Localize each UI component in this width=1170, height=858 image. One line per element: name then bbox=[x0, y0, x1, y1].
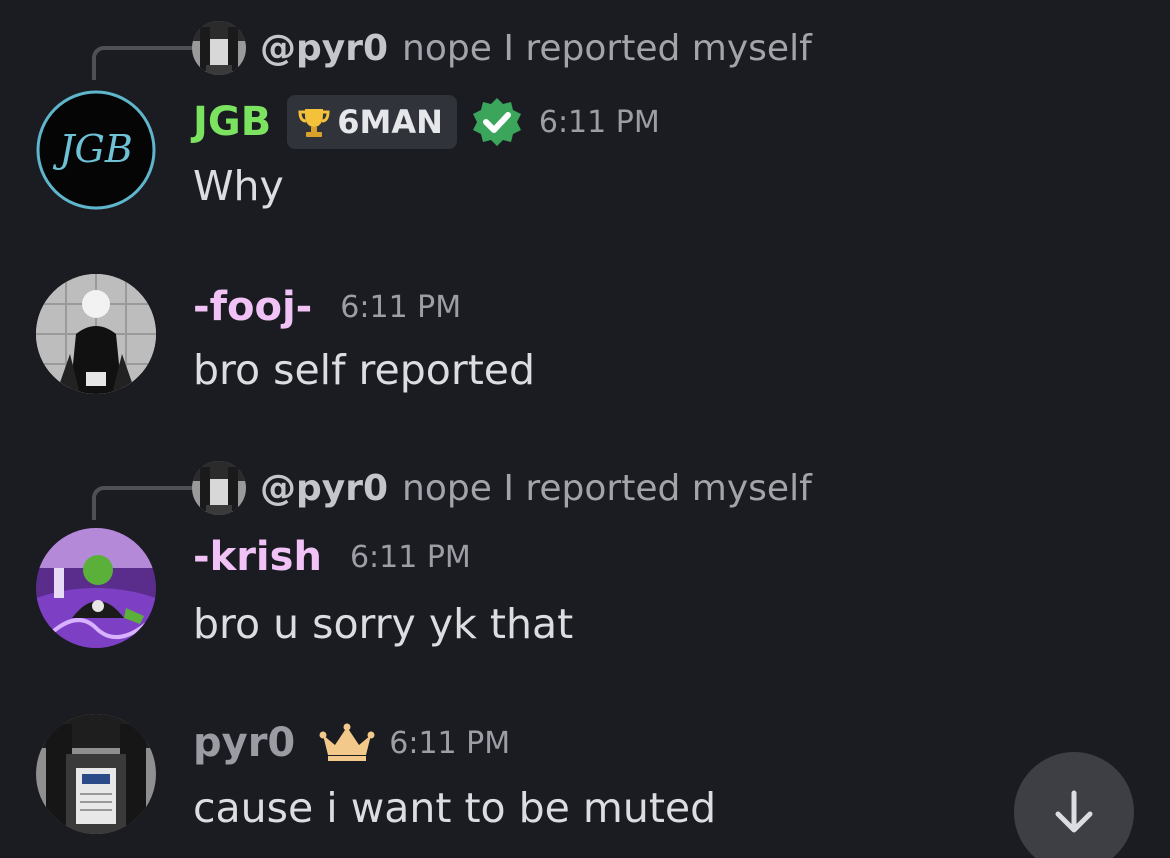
reply-author[interactable]: @pyr0 bbox=[260, 28, 388, 69]
message-content: cause i want to be muted bbox=[193, 784, 717, 832]
timestamp: 6:11 PM bbox=[340, 289, 462, 325]
verified-check-icon bbox=[472, 98, 521, 146]
reply-author[interactable]: @pyr0 bbox=[260, 468, 388, 509]
reply-text[interactable]: nope I reported myself bbox=[402, 28, 812, 69]
arrow-down-icon bbox=[1055, 790, 1093, 833]
avatar[interactable] bbox=[36, 714, 156, 834]
avatar-logo-text: JGB bbox=[52, 127, 133, 171]
avatar[interactable]: JGB bbox=[36, 90, 156, 210]
reply-text[interactable]: nope I reported myself bbox=[402, 468, 812, 509]
username[interactable]: pyr0 bbox=[193, 720, 295, 766]
username[interactable]: JGB bbox=[193, 99, 271, 145]
avatar[interactable] bbox=[36, 274, 156, 394]
message-content: Why bbox=[193, 162, 284, 210]
message-header: JGB 6MAN 6:11 PM bbox=[193, 94, 660, 150]
reply-preview[interactable]: @pyr0 nope I reported myself bbox=[192, 458, 812, 518]
reply-connector bbox=[92, 46, 192, 80]
avatar[interactable] bbox=[36, 528, 156, 648]
message-header: pyr0 6:11 PM bbox=[193, 720, 510, 766]
reply-preview[interactable]: @pyr0 nope I reported myself bbox=[192, 18, 812, 78]
timestamp: 6:11 PM bbox=[349, 539, 471, 575]
message-content: bro u sorry yk that bbox=[193, 600, 574, 648]
message-content: bro self reported bbox=[193, 346, 536, 394]
reply-connector bbox=[92, 486, 192, 520]
message-header: -fooj- 6:11 PM bbox=[193, 284, 461, 330]
scroll-to-bottom-button[interactable] bbox=[1014, 752, 1134, 858]
timestamp: 6:11 PM bbox=[538, 104, 660, 140]
message-header: -krish 6:11 PM bbox=[193, 534, 471, 580]
timestamp: 6:11 PM bbox=[389, 725, 511, 761]
role-tag-label: 6MAN bbox=[337, 103, 443, 141]
reply-avatar[interactable] bbox=[192, 21, 246, 75]
reply-avatar[interactable] bbox=[192, 461, 246, 515]
trophy-icon bbox=[298, 109, 330, 137]
chat-message-list: @pyr0 nope I reported myself JGB JGB 6MA… bbox=[0, 0, 1170, 858]
username[interactable]: -fooj- bbox=[193, 284, 312, 330]
role-tag[interactable]: 6MAN bbox=[287, 95, 457, 149]
username[interactable]: -krish bbox=[193, 534, 322, 580]
crown-icon bbox=[319, 723, 375, 761]
